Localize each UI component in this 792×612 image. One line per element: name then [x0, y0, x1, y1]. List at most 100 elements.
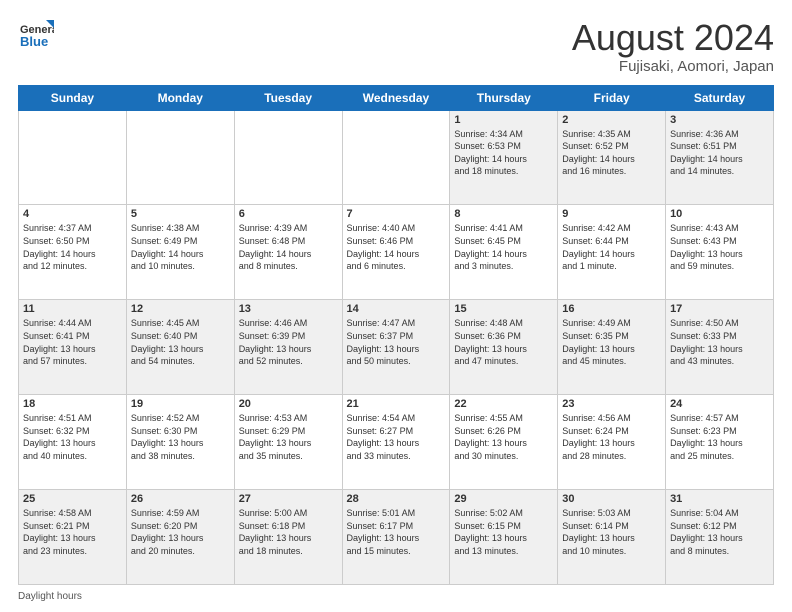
table-row: 31 Sunrise: 5:04 AM Sunset: 6:12 PM Dayli…	[666, 490, 774, 585]
table-row: 29Sunrise: 5:02 AM Sunset: 6:15 PM Dayli…	[450, 490, 558, 585]
logo-area: General Blue	[18, 18, 56, 54]
col-sunday: Sunday	[19, 85, 127, 110]
day-info: Sunrise: 4:44 AM Sunset: 6:41 PM Dayligh…	[23, 317, 122, 367]
table-row	[126, 110, 234, 205]
col-friday: Friday	[558, 85, 666, 110]
table-row: 23 Sunrise: 4:56 AM Sunset: 6:24 PM Dayli…	[558, 395, 666, 490]
table-row: 17 Sunrise: 4:50 AM Sunset: 6:33 PM Dayli…	[666, 300, 774, 395]
day-number: 28	[347, 493, 446, 505]
day-number: 17	[670, 303, 769, 315]
table-row: 8 Sunrise: 4:41 AM Sunset: 6:45 PM Daylig…	[450, 205, 558, 300]
table-row: 15Sunrise: 4:48 AM Sunset: 6:36 PM Dayli…	[450, 300, 558, 395]
location: Fujisaki, Aomori, Japan	[572, 58, 774, 75]
day-number: 25	[23, 493, 122, 505]
table-row: 20 Sunrise: 4:53 AM Sunset: 6:29 PM Dayli…	[234, 395, 342, 490]
week-row-4: 25 Sunrise: 4:58 AM Sunset: 6:21 PM Dayli…	[19, 490, 774, 585]
day-number: 4	[23, 208, 122, 220]
day-info: Sunrise: 5:00 AM Sunset: 6:18 PM Dayligh…	[239, 507, 338, 557]
day-number: 31	[670, 493, 769, 505]
table-row	[234, 110, 342, 205]
day-number: 22	[454, 398, 553, 410]
table-row: 21Sunrise: 4:54 AM Sunset: 6:27 PM Dayli…	[342, 395, 450, 490]
table-row: 10 Sunrise: 4:43 AM Sunset: 6:43 PM Dayli…	[666, 205, 774, 300]
day-number: 27	[239, 493, 338, 505]
day-info: Sunrise: 4:42 AM Sunset: 6:44 PM Dayligh…	[562, 222, 661, 272]
day-number: 13	[239, 303, 338, 315]
table-row: 25 Sunrise: 4:58 AM Sunset: 6:21 PM Dayli…	[19, 490, 127, 585]
title-area: August 2024 Fujisaki, Aomori, Japan	[572, 18, 774, 75]
day-number: 1	[454, 114, 553, 126]
day-number: 6	[239, 208, 338, 220]
day-number: 26	[131, 493, 230, 505]
table-row: 26 Sunrise: 4:59 AM Sunset: 6:20 PM Dayli…	[126, 490, 234, 585]
day-number: 20	[239, 398, 338, 410]
table-row: 9 Sunrise: 4:42 AM Sunset: 6:44 PM Daylig…	[558, 205, 666, 300]
svg-text:Blue: Blue	[20, 34, 48, 49]
day-number: 15	[454, 303, 553, 315]
day-number: 12	[131, 303, 230, 315]
table-row	[342, 110, 450, 205]
day-info: Sunrise: 4:53 AM Sunset: 6:29 PM Dayligh…	[239, 412, 338, 462]
day-number: 14	[347, 303, 446, 315]
calendar-table: Sunday Monday Tuesday Wednesday Thursday…	[18, 85, 774, 585]
footer: Daylight hours	[18, 591, 774, 602]
day-info: Sunrise: 4:39 AM Sunset: 6:48 PM Dayligh…	[239, 222, 338, 272]
day-info: Sunrise: 4:43 AM Sunset: 6:43 PM Dayligh…	[670, 222, 769, 272]
week-row-1: 4 Sunrise: 4:37 AM Sunset: 6:50 PM Daylig…	[19, 205, 774, 300]
day-info: Sunrise: 4:37 AM Sunset: 6:50 PM Dayligh…	[23, 222, 122, 272]
day-number: 23	[562, 398, 661, 410]
day-info: Sunrise: 4:58 AM Sunset: 6:21 PM Dayligh…	[23, 507, 122, 557]
header: General Blue August 2024 Fujisaki, Aomor…	[18, 18, 774, 75]
day-info: Sunrise: 4:54 AM Sunset: 6:27 PM Dayligh…	[347, 412, 446, 462]
day-info: Sunrise: 4:38 AM Sunset: 6:49 PM Dayligh…	[131, 222, 230, 272]
table-row: 6 Sunrise: 4:39 AM Sunset: 6:48 PM Daylig…	[234, 205, 342, 300]
table-row: 16Sunrise: 4:49 AM Sunset: 6:35 PM Dayli…	[558, 300, 666, 395]
day-info: Sunrise: 4:35 AM Sunset: 6:52 PM Dayligh…	[562, 128, 661, 178]
day-info: Sunrise: 4:59 AM Sunset: 6:20 PM Dayligh…	[131, 507, 230, 557]
day-info: Sunrise: 4:47 AM Sunset: 6:37 PM Dayligh…	[347, 317, 446, 367]
day-number: 10	[670, 208, 769, 220]
table-row: 28 Sunrise: 5:01 AM Sunset: 6:17 PM Dayli…	[342, 490, 450, 585]
day-number: 18	[23, 398, 122, 410]
day-info: Sunrise: 4:46 AM Sunset: 6:39 PM Dayligh…	[239, 317, 338, 367]
table-row: 27 Sunrise: 5:00 AM Sunset: 6:18 PM Dayli…	[234, 490, 342, 585]
day-info: Sunrise: 4:55 AM Sunset: 6:26 PM Dayligh…	[454, 412, 553, 462]
month-title: August 2024	[572, 18, 774, 58]
day-info: Sunrise: 4:49 AM Sunset: 6:35 PM Dayligh…	[562, 317, 661, 367]
week-row-0: 1Sunrise: 4:34 AM Sunset: 6:53 PM Daylig…	[19, 110, 774, 205]
col-thursday: Thursday	[450, 85, 558, 110]
calendar-body: 1Sunrise: 4:34 AM Sunset: 6:53 PM Daylig…	[19, 110, 774, 584]
day-info: Sunrise: 4:41 AM Sunset: 6:45 PM Dayligh…	[454, 222, 553, 272]
table-row: 5Sunrise: 4:38 AM Sunset: 6:49 PM Daylig…	[126, 205, 234, 300]
day-info: Sunrise: 5:01 AM Sunset: 6:17 PM Dayligh…	[347, 507, 446, 557]
day-number: 3	[670, 114, 769, 126]
day-info: Sunrise: 4:56 AM Sunset: 6:24 PM Dayligh…	[562, 412, 661, 462]
week-row-2: 11Sunrise: 4:44 AM Sunset: 6:41 PM Dayli…	[19, 300, 774, 395]
day-number: 7	[347, 208, 446, 220]
day-number: 9	[562, 208, 661, 220]
day-info: Sunrise: 4:52 AM Sunset: 6:30 PM Dayligh…	[131, 412, 230, 462]
day-info: Sunrise: 4:40 AM Sunset: 6:46 PM Dayligh…	[347, 222, 446, 272]
table-row: 18Sunrise: 4:51 AM Sunset: 6:32 PM Dayli…	[19, 395, 127, 490]
day-number: 24	[670, 398, 769, 410]
table-row: 13 Sunrise: 4:46 AM Sunset: 6:39 PM Dayli…	[234, 300, 342, 395]
day-info: Sunrise: 4:45 AM Sunset: 6:40 PM Dayligh…	[131, 317, 230, 367]
table-row: 22 Sunrise: 4:55 AM Sunset: 6:26 PM Dayli…	[450, 395, 558, 490]
day-number: 8	[454, 208, 553, 220]
week-row-3: 18Sunrise: 4:51 AM Sunset: 6:32 PM Dayli…	[19, 395, 774, 490]
table-row: 19 Sunrise: 4:52 AM Sunset: 6:30 PM Dayli…	[126, 395, 234, 490]
page: General Blue August 2024 Fujisaki, Aomor…	[0, 0, 792, 612]
day-info: Sunrise: 5:04 AM Sunset: 6:12 PM Dayligh…	[670, 507, 769, 557]
day-number: 19	[131, 398, 230, 410]
table-row: 3Sunrise: 4:36 AM Sunset: 6:51 PM Daylig…	[666, 110, 774, 205]
col-wednesday: Wednesday	[342, 85, 450, 110]
day-number: 2	[562, 114, 661, 126]
day-info: Sunrise: 4:50 AM Sunset: 6:33 PM Dayligh…	[670, 317, 769, 367]
table-row: 2 Sunrise: 4:35 AM Sunset: 6:52 PM Daylig…	[558, 110, 666, 205]
table-row	[19, 110, 127, 205]
table-row: 14 Sunrise: 4:47 AM Sunset: 6:37 PM Dayli…	[342, 300, 450, 395]
table-row: 30Sunrise: 5:03 AM Sunset: 6:14 PM Dayli…	[558, 490, 666, 585]
col-saturday: Saturday	[666, 85, 774, 110]
table-row: 12 Sunrise: 4:45 AM Sunset: 6:40 PM Dayli…	[126, 300, 234, 395]
day-info: Sunrise: 5:03 AM Sunset: 6:14 PM Dayligh…	[562, 507, 661, 557]
